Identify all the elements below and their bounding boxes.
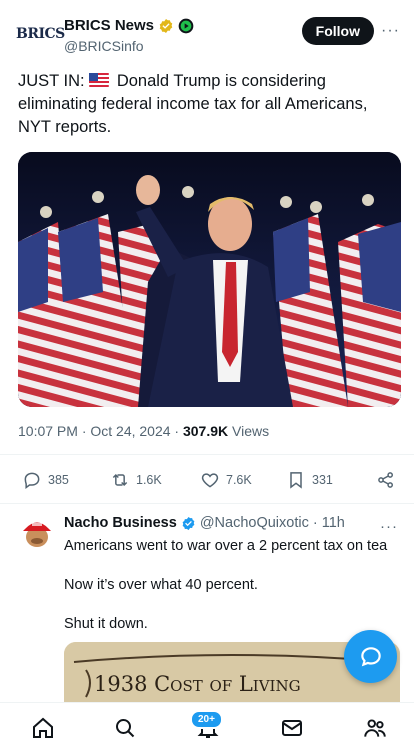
post-timestamp[interactable]: 10:07 PM · Oct 24, 2024 ·: [18, 423, 183, 439]
envelope-icon: [282, 720, 302, 736]
divider-top: [0, 454, 414, 455]
reply-image-text: 1938 Cost of Living: [94, 672, 301, 696]
post-text: JUST IN: Donald Trump is considering eli…: [18, 70, 398, 139]
notifications-badge: 20+: [190, 710, 223, 729]
reply-header: Nacho Business @NachoQuixotic · 11h: [64, 515, 345, 531]
affiliate-badge-icon: [178, 18, 194, 33]
red-cap-avatar-icon: [20, 515, 54, 549]
share-icon: [378, 472, 393, 488]
reply-author-name[interactable]: Nacho Business: [64, 515, 177, 531]
repost-button[interactable]: 1.6K: [110, 470, 162, 490]
post-more-button[interactable]: ···: [381, 22, 400, 40]
post-timestamp-views: 10:07 PM · Oct 24, 2024 · 307.9K Views: [18, 423, 269, 439]
nav-communities[interactable]: [362, 715, 388, 741]
post-text-prefix: JUST IN:: [18, 72, 85, 90]
reply-line: Now it’s over what 40 percent.: [64, 577, 258, 593]
follow-button[interactable]: Follow: [301, 17, 374, 45]
reply-more-button[interactable]: ···: [380, 518, 398, 535]
brics-logo-avatar[interactable]: BRICS: [16, 26, 65, 46]
author-handle[interactable]: @BRICSinfo: [64, 38, 144, 54]
nav-home[interactable]: [30, 715, 56, 741]
bottom-navigation: 20+: [0, 702, 414, 751]
home-icon: [33, 717, 53, 738]
blue-verified-icon: [182, 516, 195, 530]
bookmark-count: 331: [312, 473, 333, 487]
heart-icon: [201, 473, 219, 488]
communities-icon: [364, 719, 386, 737]
nav-search[interactable]: [112, 715, 138, 741]
repost-count: 1.6K: [136, 473, 162, 487]
post-action-bar: 385 1.6K 7.6K 331: [20, 470, 398, 492]
author-name[interactable]: BRICS News: [64, 17, 194, 34]
bookmark-icon: [290, 472, 302, 489]
like-count: 7.6K: [226, 473, 252, 487]
views-label: Views: [228, 423, 270, 439]
reply-avatar[interactable]: [20, 515, 54, 549]
chat-bubble-icon: [360, 646, 381, 666]
us-flag-emoji-icon: [89, 73, 110, 87]
reply-line: Shut it down.: [64, 616, 148, 632]
author-name-text[interactable]: BRICS News: [64, 17, 154, 34]
share-button[interactable]: [376, 470, 396, 490]
views-count: 307.9K: [182, 423, 229, 439]
reply-text: Americans went to war over a 2 percent t…: [64, 537, 394, 654]
repost-icon: [112, 473, 128, 487]
verified-badge-icon: [159, 18, 173, 33]
reply-button[interactable]: 385: [22, 470, 69, 490]
reply-icon: [24, 472, 40, 489]
like-button[interactable]: 7.6K: [200, 470, 252, 490]
reply-line: Americans went to war over a 2 percent t…: [64, 538, 388, 554]
reply-time: · 11h: [312, 515, 345, 531]
post-image[interactable]: [18, 152, 401, 407]
nav-messages[interactable]: [279, 715, 305, 741]
divider-bottom: [0, 503, 414, 504]
post-header: BRICS BRICS News @BRICSinfo Follow ···: [16, 14, 400, 58]
photo-of-man-with-raised-fist-icon: [18, 152, 401, 407]
bookmark-button[interactable]: 331: [286, 470, 333, 490]
reply-count: 385: [48, 473, 69, 487]
search-icon: [116, 719, 135, 738]
compose-message-button[interactable]: [344, 630, 397, 683]
reply-author-handle[interactable]: @NachoQuixotic: [200, 515, 309, 531]
